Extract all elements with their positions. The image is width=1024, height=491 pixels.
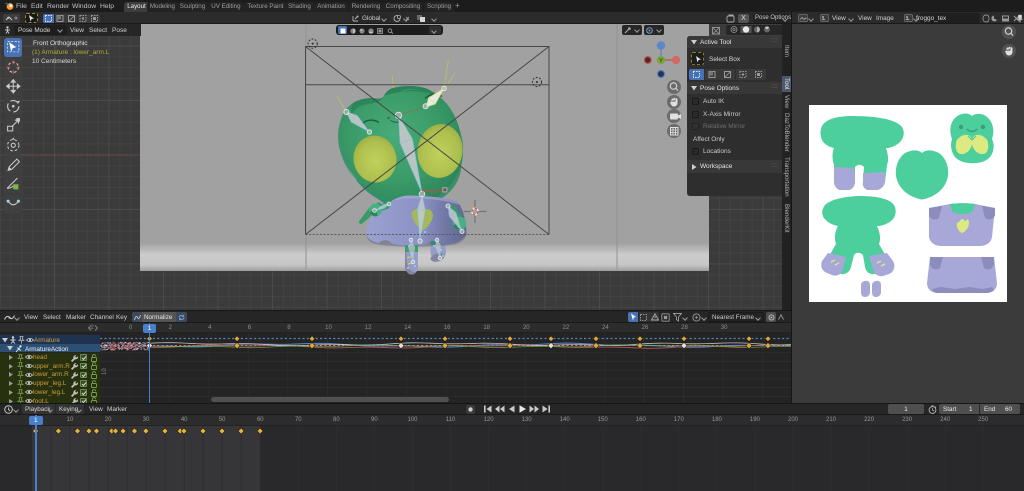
svg-text:Y: Y (659, 59, 663, 65)
svg-text:Armature: Armature (422, 189, 445, 195)
